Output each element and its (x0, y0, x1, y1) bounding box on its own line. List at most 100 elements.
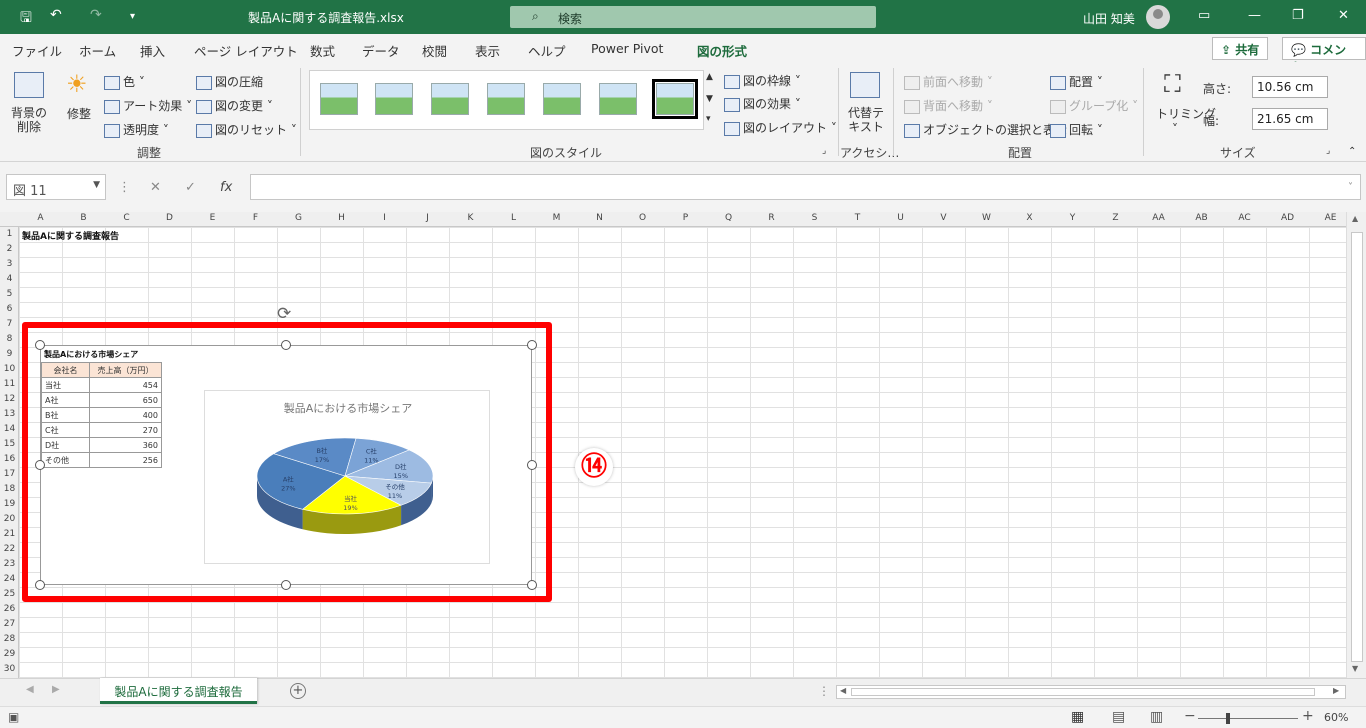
bring-forward-button[interactable]: 前面へ移動 ˅ (904, 73, 993, 90)
row-header[interactable]: 13 (0, 409, 19, 419)
column-header[interactable]: A (19, 213, 62, 223)
corrections-icon[interactable]: ☀ (66, 70, 88, 98)
column-header[interactable]: I (363, 213, 406, 223)
cell-a1[interactable]: 製品Aに関する調査報告 (22, 229, 119, 242)
style-thumb[interactable] (543, 83, 581, 115)
height-input[interactable]: 10.56 cm (1252, 76, 1328, 98)
column-header[interactable]: D (148, 213, 191, 223)
row-header[interactable]: 11 (0, 379, 19, 389)
column-header[interactable]: V (922, 213, 965, 223)
size-launcher-icon[interactable]: ⌟ (1326, 146, 1330, 156)
reset-picture-button[interactable]: 図のリセット ˅ (196, 121, 297, 138)
row-header[interactable]: 5 (0, 289, 19, 299)
row-header[interactable]: 23 (0, 559, 19, 569)
scroll-down-icon[interactable]: ▼ (1352, 664, 1358, 673)
gallery-more-icon[interactable]: ▾ (706, 114, 711, 124)
undo-icon[interactable]: ↶ (50, 7, 62, 23)
column-header[interactable]: M (535, 213, 578, 223)
column-header[interactable]: AA (1137, 213, 1180, 223)
remove-background-button[interactable]: 背景の 削除 (11, 106, 47, 134)
compress-button[interactable]: 図の圧縮 (196, 73, 263, 90)
row-header[interactable]: 12 (0, 394, 19, 404)
corrections-button[interactable]: 修整 (67, 105, 91, 122)
column-header[interactable]: W (965, 213, 1008, 223)
tab-formulas[interactable]: 数式 (310, 41, 335, 60)
row-header[interactable]: 21 (0, 529, 19, 539)
macro-record-icon[interactable]: ▣ (8, 710, 19, 724)
vertical-scrollbar[interactable]: ▲ ▼ (1346, 212, 1366, 678)
page-break-view-icon[interactable]: ▥ (1150, 709, 1163, 725)
column-header[interactable]: O (621, 213, 664, 223)
row-header[interactable]: 7 (0, 319, 19, 329)
sheet-tab-active[interactable]: 製品Aに関する調査報告 (100, 678, 257, 704)
picture-effects-button[interactable]: 図の効果 ˅ (724, 95, 801, 112)
group-button[interactable]: グループ化 ˅ (1050, 97, 1138, 114)
name-box[interactable]: 図 11 ▼ (6, 174, 106, 200)
row-header[interactable]: 3 (0, 259, 19, 269)
comment-button[interactable]: 💬 コメント (1282, 37, 1366, 74)
resize-handle[interactable] (527, 580, 537, 590)
picture-styles-gallery[interactable] (309, 70, 704, 130)
resize-handle[interactable] (281, 580, 291, 590)
column-header[interactable]: L (492, 213, 535, 223)
row-header[interactable]: 17 (0, 469, 19, 479)
horizontal-scrollbar[interactable]: ◀ ▶ (836, 685, 1346, 699)
customize-qat-icon[interactable]: ▾ (130, 11, 135, 22)
row-header[interactable]: 6 (0, 304, 19, 314)
column-header[interactable]: S (793, 213, 836, 223)
share-button[interactable]: ⇪ 共有 (1212, 37, 1269, 60)
worksheet-grid[interactable]: A B C D E F G H I J K L M N O P Q R S T U V W X Y Z AA AB AC AD AE 123… (0, 212, 1366, 678)
column-header[interactable]: Z (1094, 213, 1137, 223)
prev-sheet-icon[interactable]: ◀ (26, 684, 34, 695)
row-header[interactable]: 2 (0, 244, 19, 254)
expand-formula-icon[interactable]: ˅ (1348, 182, 1353, 193)
collapse-ribbon-icon[interactable]: ⌃ (1348, 146, 1356, 157)
ribbon-display-icon[interactable]: ▭ (1198, 8, 1210, 23)
column-header[interactable]: P (664, 213, 707, 223)
transparency-button[interactable]: 透明度 ˅ (104, 121, 169, 138)
splitter-icon[interactable]: ⋮ (818, 684, 830, 698)
column-header[interactable]: J (406, 213, 449, 223)
tab-data[interactable]: データ (362, 41, 400, 60)
zoom-out-icon[interactable]: − (1184, 708, 1196, 724)
send-backward-button[interactable]: 背面へ移動 ˅ (904, 97, 993, 114)
row-header[interactable]: 9 (0, 349, 19, 359)
row-header[interactable]: 16 (0, 454, 19, 464)
column-header[interactable]: R (750, 213, 793, 223)
column-header[interactable]: AD (1266, 213, 1309, 223)
tab-view[interactable]: 表示 (475, 41, 500, 60)
artistic-effects-button[interactable]: アート効果 ˅ (104, 97, 192, 114)
resize-handle[interactable] (281, 340, 291, 350)
user-name[interactable]: 山田 知美 (1083, 10, 1135, 27)
style-thumb[interactable] (431, 83, 469, 115)
tab-help[interactable]: ヘルプ (528, 41, 566, 60)
zoom-slider-knob[interactable] (1226, 713, 1230, 724)
row-header[interactable]: 26 (0, 604, 19, 614)
gallery-up-icon[interactable]: ▲ (706, 72, 713, 82)
normal-view-icon[interactable]: ▦ (1071, 709, 1084, 725)
row-header[interactable]: 19 (0, 499, 19, 509)
tab-power-pivot[interactable]: Power Pivot (591, 41, 663, 56)
row-header[interactable]: 10 (0, 364, 19, 374)
row-header[interactable]: 4 (0, 274, 19, 284)
tab-picture-format[interactable]: 図の形式 (697, 41, 748, 66)
tab-insert[interactable]: 挿入 (140, 41, 165, 60)
style-thumb[interactable] (487, 83, 525, 115)
insert-function-icon[interactable]: fx (220, 180, 232, 195)
column-header[interactable]: X (1008, 213, 1051, 223)
style-thumb[interactable] (599, 83, 637, 115)
resize-handle[interactable] (35, 580, 45, 590)
alt-text-icon[interactable] (850, 72, 880, 98)
row-header[interactable]: 22 (0, 544, 19, 554)
row-header[interactable]: 18 (0, 484, 19, 494)
tab-page-layout[interactable]: ページ レイアウト (194, 41, 298, 60)
scroll-left-icon[interactable]: ◀ (840, 686, 846, 695)
zoom-in-icon[interactable]: + (1302, 708, 1314, 724)
zoom-slider[interactable] (1198, 718, 1298, 719)
style-thumb-selected[interactable] (652, 79, 698, 119)
column-header[interactable]: B (62, 213, 105, 223)
remove-background-icon[interactable] (14, 72, 44, 98)
rotate-button[interactable]: 回転 ˅ (1050, 121, 1103, 138)
change-picture-button[interactable]: 図の変更 ˅ (196, 97, 273, 114)
scroll-up-icon[interactable]: ▲ (1352, 214, 1358, 223)
